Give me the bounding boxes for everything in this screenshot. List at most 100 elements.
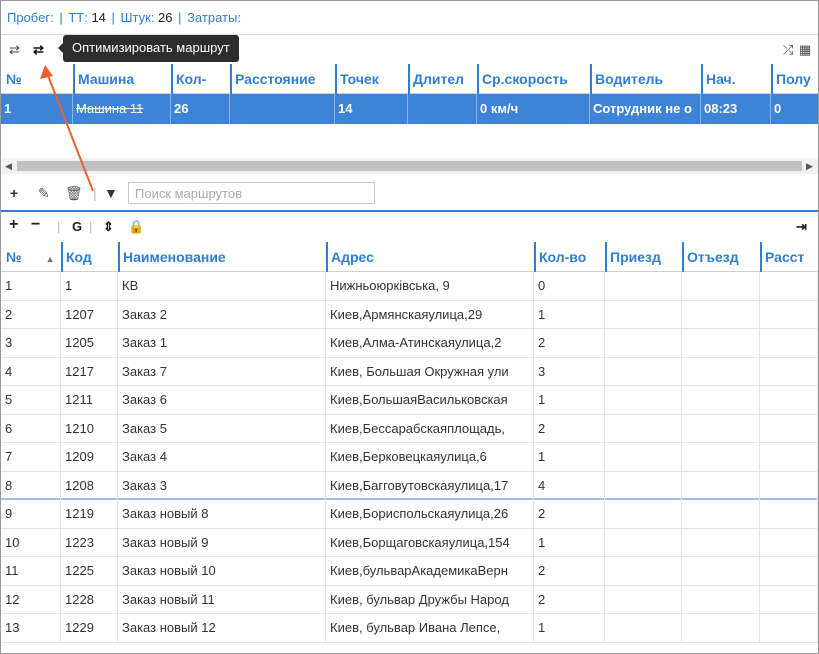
cell-address: Киев,бульварАкадемикаВерн (326, 557, 534, 585)
scrollbar-thumb[interactable] (17, 161, 802, 171)
order-row[interactable]: 4 1217 Заказ 7 Киев, Большая Окружная ули 3 (1, 357, 818, 386)
lock-icon[interactable]: 🔒 (128, 219, 144, 235)
separator: | (89, 219, 93, 234)
col-header-name[interactable]: Наименование (118, 242, 324, 272)
cell-number: 4 (1, 357, 61, 386)
cell-departure (682, 272, 760, 300)
sort-asc-icon: ▲ (45, 254, 55, 264)
col-header-distance[interactable]: Расстояние (230, 64, 334, 94)
order-row[interactable]: 6 1210 Заказ 5 Киев,Бессарабскаяплощадь, 2 (1, 414, 818, 443)
order-row[interactable]: 7 1209 Заказ 4 Киев,Берковецкаяулица,6 1 (1, 443, 818, 472)
cell-arrival (605, 471, 682, 500)
pencil-icon[interactable]: ✎ (38, 185, 50, 202)
route-row-selected[interactable]: 1 Машина 11 26 14 0 км/ч Сотрудник не о … (1, 94, 818, 124)
cell-name: Заказ 3 (118, 471, 326, 500)
cell-departure (682, 443, 760, 471)
cell-departure (682, 357, 760, 386)
cell-arrival (605, 443, 682, 471)
cell-number: 3 (1, 329, 61, 357)
swap-icon[interactable]: ⇄ (9, 42, 20, 58)
plus-icon[interactable]: + (10, 185, 18, 201)
cell-quantity: 1 (534, 386, 605, 414)
cell-address: Киев, бульвар Ивана Лепсе, (326, 614, 534, 642)
cell-distance (760, 443, 818, 471)
order-row[interactable]: 2 1207 Заказ 2 Киев,Армянскаяулица,29 1 (1, 300, 818, 329)
order-row[interactable]: 8 1208 Заказ 3 Киев,Багговутовскаяулица,17 4 (1, 471, 818, 500)
order-row[interactable]: 13 1229 Заказ новый 12 Киев, бульвар Ивана … (1, 614, 818, 643)
cell-number: 6 (1, 414, 61, 443)
trash-icon[interactable]: 🗑 (65, 185, 83, 202)
cell-name: Заказ новый 8 (118, 500, 326, 528)
minus-icon[interactable]: − (31, 216, 40, 234)
cell-number: 2 (1, 300, 61, 329)
cell-arrival (605, 414, 682, 443)
cell-departure (682, 329, 760, 357)
grid-icon[interactable]: ▦ (799, 42, 811, 58)
col-header-code[interactable]: Код (61, 242, 117, 272)
order-row[interactable]: 12 1228 Заказ новый 11 Киев, бульвар Дружбы… (1, 585, 818, 614)
cell-code: 1210 (61, 414, 118, 443)
cell-code: 1207 (61, 300, 118, 329)
col-header-number[interactable]: №▲ (3, 64, 43, 94)
plus-icon[interactable]: + (9, 216, 18, 234)
optimize-route-icon[interactable]: ⇄ (33, 42, 44, 58)
cell-name: Заказ новый 12 (118, 614, 326, 642)
col-header-count[interactable]: Кол- (171, 64, 228, 94)
col-header-departure[interactable]: Отъезд (682, 242, 758, 272)
pieces-label: Штук: (120, 10, 155, 25)
cell-number: 13 (1, 614, 61, 642)
cell-address: Киев,Борщаговскаяулица,154 (326, 528, 534, 557)
scroll-right-icon[interactable]: ▶ (806, 158, 813, 174)
order-row[interactable]: 11 1225 Заказ новый 10 Киев,бульварАкадемик… (1, 557, 818, 586)
cell-address: Киев, Большая Окружная ули (326, 357, 534, 386)
order-row[interactable]: 3 1205 Заказ 1 Киев,Алма-Атинскаяулица,2 2 (1, 329, 818, 358)
collapse-right-icon[interactable]: ⇥ (796, 219, 807, 235)
cell-code: 1223 (61, 528, 118, 557)
cell-address: Киев,Армянскаяулица,29 (326, 300, 534, 329)
costs-label: Затраты: (187, 10, 241, 25)
cell-code: 1211 (61, 386, 118, 414)
col-header-points[interactable]: Точек (335, 64, 407, 94)
cell-name: Заказ 5 (118, 414, 326, 443)
col-header-quantity[interactable]: Кол-во (534, 242, 604, 272)
filter-icon[interactable]: ▼ (104, 185, 118, 201)
cell-arrival (605, 386, 682, 414)
cell-quantity: 2 (534, 557, 605, 585)
col-header-driver[interactable]: Водитель (590, 64, 700, 94)
order-row[interactable]: 5 1211 Заказ 6 Киев,БольшаяВасильковская 1 (1, 386, 818, 415)
cell-code: 1229 (61, 614, 118, 642)
cell-number: 1 (1, 272, 61, 300)
route-planner-window: Пробег: | ТТ: 14 | Штук: 26 | Затраты: ⇄… (0, 0, 819, 654)
shuffle-icon[interactable]: ⤮ (783, 42, 793, 58)
col-header-arrival[interactable]: Приезд (605, 242, 681, 272)
scroll-left-icon[interactable]: ◀ (5, 158, 12, 174)
cell-name: Заказ новый 11 (118, 585, 326, 614)
cell-distance (760, 329, 818, 357)
orders-table: № ▲ Код Наименование Адрес Кол-во Приезд … (1, 242, 818, 643)
cell-arrival (605, 557, 682, 585)
cell-distance (230, 94, 335, 124)
col-header-avg-speed[interactable]: Ср.скорость (477, 64, 588, 94)
g-button[interactable]: G (72, 219, 82, 234)
cell-address: Киев,Берковецкаяулица,6 (326, 443, 534, 471)
cell-driver: Сотрудник не о (590, 94, 701, 124)
cell-name: КВ (118, 272, 326, 300)
col-header-vehicle[interactable]: Машина (73, 64, 169, 94)
order-row[interactable]: 9 1219 Заказ новый 8 Киев,Бориспольскаяулиц… (1, 500, 818, 529)
col-header-number[interactable]: №▲ (3, 242, 61, 272)
cell-departure (682, 585, 760, 614)
col-header-start[interactable]: Нач. (701, 64, 769, 94)
cell-code: 1209 (61, 443, 118, 471)
sort-icon[interactable]: ⇕ (103, 219, 114, 235)
cell-name: Заказ 1 (118, 329, 326, 357)
order-row[interactable]: 1 1 КВ Нижньоюрківська, 90 (1, 272, 818, 301)
cell-received: 0 (774, 101, 782, 116)
col-header-distance[interactable]: Расст (760, 242, 818, 272)
col-header-address[interactable]: Адрес (326, 242, 532, 272)
route-search-input[interactable] (128, 182, 375, 204)
col-header-duration[interactable]: Длител (408, 64, 476, 94)
col-header-received[interactable]: Полу (771, 64, 818, 94)
separator: | (93, 185, 97, 201)
order-row[interactable]: 10 1223 Заказ новый 9 Киев,Борщаговскаяулиц… (1, 528, 818, 557)
routes-horizontal-scrollbar[interactable]: ◀ ▶ (1, 158, 818, 174)
